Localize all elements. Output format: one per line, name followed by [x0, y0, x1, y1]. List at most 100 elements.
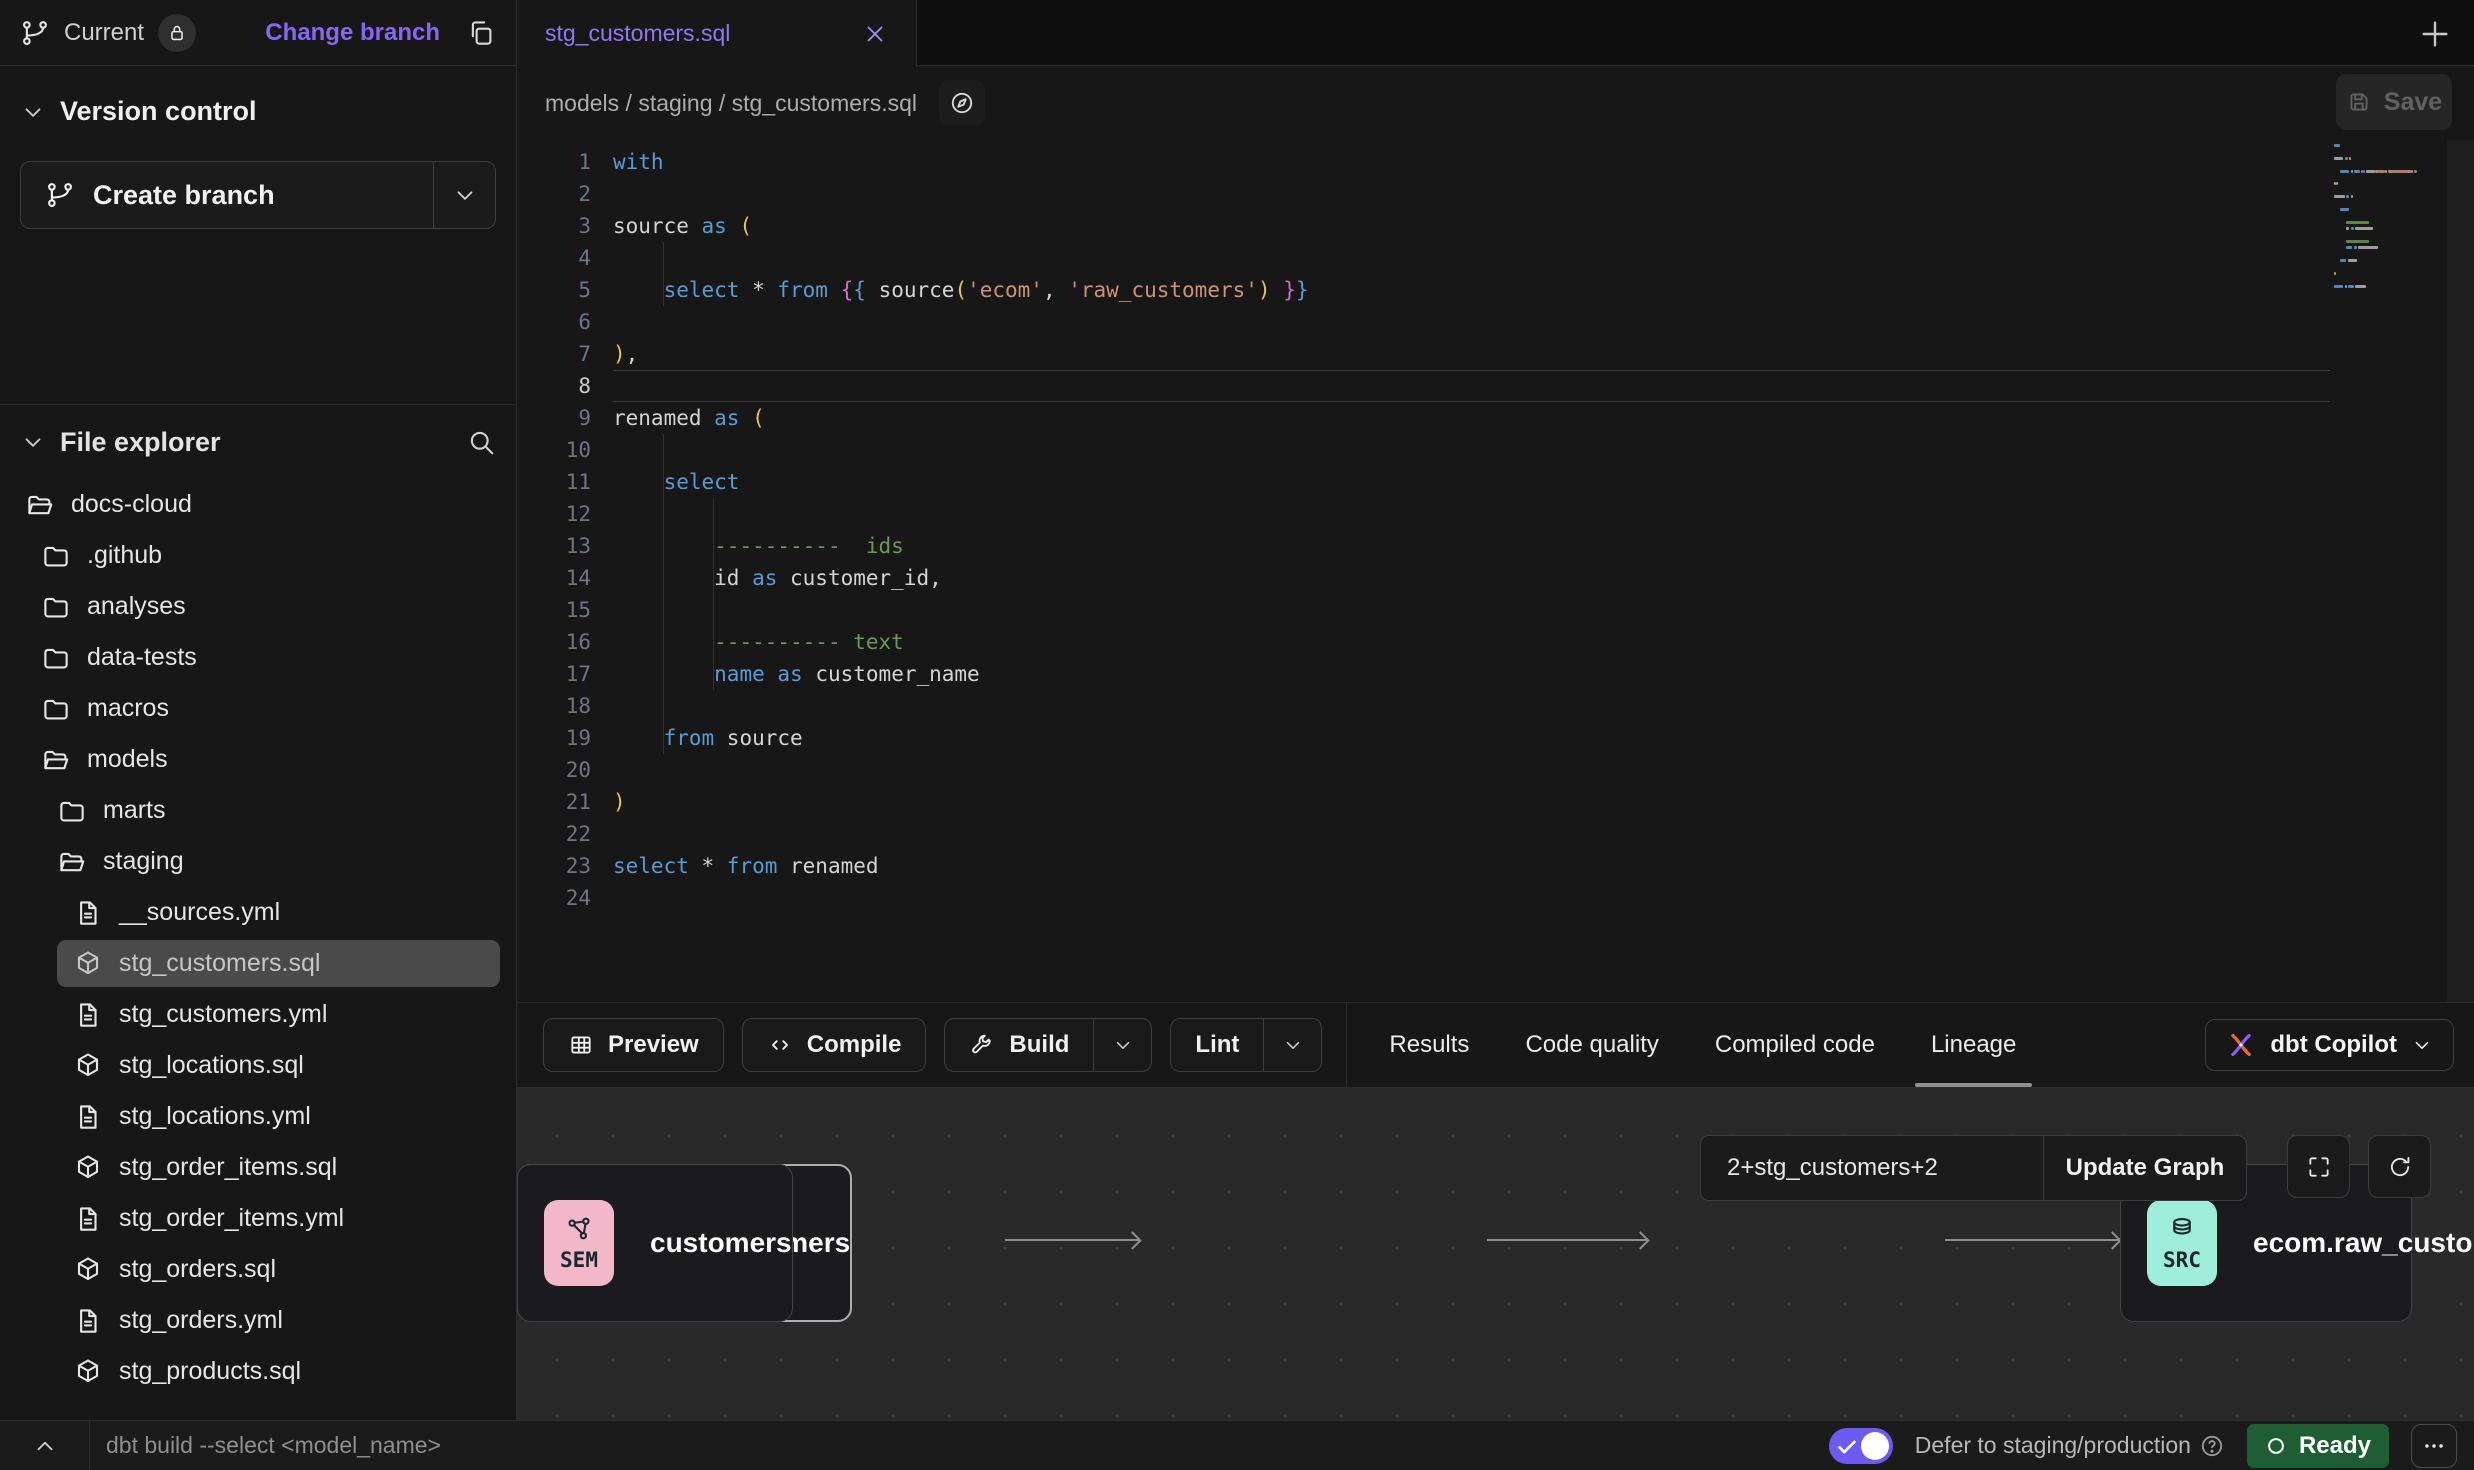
ide-status-badge[interactable]: Ready — [2247, 1424, 2389, 1468]
code-line[interactable]: 6 — [517, 306, 2474, 338]
code-line[interactable]: 10 — [517, 434, 2474, 466]
file-tree-item[interactable]: .github — [0, 530, 516, 581]
code-line[interactable]: 24 — [517, 882, 2474, 914]
git-branch-icon — [45, 180, 75, 210]
code-text — [613, 818, 2330, 850]
compile-button[interactable]: Compile — [743, 1019, 926, 1071]
tab-stg-customers-sql[interactable]: stg_customers.sql — [517, 0, 917, 67]
code-editor[interactable]: 1with23source as (45 select * from {{ so… — [517, 140, 2474, 1002]
file-tree-item[interactable]: stg_orders.yml — [0, 1295, 516, 1346]
file-tree-item[interactable]: stg_customers.sql — [0, 938, 516, 989]
tab-code-quality[interactable]: Code quality — [1525, 1003, 1658, 1087]
file-tree-item[interactable]: stg_order_items.sql — [0, 1142, 516, 1193]
dbt-command-input[interactable] — [106, 1432, 806, 1459]
build-dropdown-button[interactable] — [1093, 1019, 1151, 1071]
defer-toggle[interactable] — [1829, 1428, 1893, 1464]
create-branch-dropdown-button[interactable] — [433, 162, 495, 228]
code-line[interactable]: 2 — [517, 178, 2474, 210]
file-tree-item[interactable]: stg_orders.sql — [0, 1244, 516, 1295]
tab-results[interactable]: Results — [1389, 1003, 1469, 1087]
editor-scrollbar[interactable] — [2447, 140, 2474, 1002]
editor-tab-bar: stg_customers.sql — [517, 0, 2474, 66]
file-name: stg_orders.yml — [119, 1306, 283, 1335]
chevron-down-icon[interactable] — [20, 99, 46, 125]
lineage-selector-input[interactable] — [1701, 1136, 2043, 1200]
code-line[interactable]: 13 ---------- ids — [517, 530, 2474, 562]
code-line[interactable]: 19 from source — [517, 722, 2474, 754]
code-line[interactable]: 1with — [517, 146, 2474, 178]
search-icon[interactable] — [466, 427, 496, 457]
preview-button[interactable]: Preview — [544, 1019, 723, 1071]
git-branch-icon — [20, 18, 50, 48]
file-tree-item[interactable]: models — [0, 734, 516, 785]
file-tree-item[interactable]: marts — [0, 785, 516, 836]
code-line[interactable]: 9renamed as ( — [517, 402, 2474, 434]
code-line[interactable]: 16 ---------- text — [517, 626, 2474, 658]
command-bar-expand-button[interactable] — [0, 1421, 90, 1470]
update-graph-button[interactable]: Update Graph — [2043, 1136, 2246, 1200]
defer-label: Defer to staging/production — [1915, 1432, 2191, 1459]
code-line[interactable]: 5 select * from {{ source('ecom', 'raw_c… — [517, 274, 2474, 306]
file-tree-item[interactable]: stg_locations.yml — [0, 1091, 516, 1142]
lineage-node-customers[interactable]: SEMcustomers — [517, 1164, 793, 1322]
file-tree-item[interactable]: stg_order_items.yml — [0, 1193, 516, 1244]
new-tab-plus-icon[interactable] — [2418, 17, 2452, 51]
file-tree-item[interactable]: macros — [0, 683, 516, 734]
build-button[interactable]: Build — [945, 1019, 1093, 1071]
code-line[interactable]: 20 — [517, 754, 2474, 786]
tab-compiled-code[interactable]: Compiled code — [1715, 1003, 1875, 1087]
file-tree-item[interactable]: stg_locations.sql — [0, 1040, 516, 1091]
check-icon — [1836, 1436, 1858, 1458]
close-icon[interactable] — [862, 21, 888, 47]
tab-lineage[interactable]: Lineage — [1931, 1003, 2016, 1087]
file-name: stg_products.sql — [119, 1357, 301, 1386]
file-tree-item[interactable]: docs-cloud — [0, 479, 516, 530]
code-text: name as customer_name — [613, 658, 2330, 690]
code-line[interactable]: 12 — [517, 498, 2474, 530]
code-line[interactable]: 17 name as customer_name — [517, 658, 2474, 690]
code-line[interactable]: 8 — [517, 370, 2474, 402]
file-name: stg_customers.yml — [119, 1000, 327, 1029]
code-line[interactable]: 18 — [517, 690, 2474, 722]
file-tree-item[interactable]: __sources.yml — [0, 887, 516, 938]
dbt-copilot-icon — [2226, 1030, 2256, 1060]
code-line[interactable]: 21) — [517, 786, 2474, 818]
line-number: 10 — [517, 434, 613, 466]
chevron-down-icon[interactable] — [20, 429, 46, 455]
code-line[interactable]: 15 — [517, 594, 2474, 626]
chevron-down-icon — [452, 182, 478, 208]
copy-icon[interactable] — [466, 18, 496, 48]
line-number: 3 — [517, 210, 613, 242]
code-line[interactable]: 23select * from renamed — [517, 850, 2474, 882]
code-line[interactable]: 7), — [517, 338, 2474, 370]
explore-compass-button[interactable] — [939, 80, 985, 126]
refresh-button[interactable] — [2368, 1135, 2431, 1198]
file-tree-item[interactable]: stg_products.sql — [0, 1346, 516, 1397]
more-options-button[interactable] — [2411, 1424, 2457, 1468]
dbt-cloud-ide: Current Change branch Version control Cr… — [0, 0, 2474, 1470]
code-text: ), — [613, 338, 2330, 370]
file-tree-item[interactable]: staging — [0, 836, 516, 887]
line-number: 18 — [517, 690, 613, 722]
code-text — [613, 882, 2330, 914]
code-line[interactable]: 11 select — [517, 466, 2474, 498]
help-icon[interactable] — [2199, 1433, 2225, 1459]
file-tree-item[interactable]: analyses — [0, 581, 516, 632]
save-button[interactable]: Save — [2336, 74, 2452, 130]
code-text: from source — [613, 722, 2330, 754]
lint-dropdown-button[interactable] — [1263, 1019, 1321, 1071]
change-branch-link[interactable]: Change branch — [265, 19, 440, 47]
code-line[interactable]: 4 — [517, 242, 2474, 274]
code-line[interactable]: 22 — [517, 818, 2474, 850]
create-branch-button[interactable]: Create branch — [21, 162, 433, 228]
file-tree-item[interactable]: stg_customers.yml — [0, 989, 516, 1040]
code-text: ) — [613, 786, 2330, 818]
dbt-copilot-button[interactable]: dbt Copilot — [2205, 1019, 2454, 1071]
node-type-label: SEM — [560, 1248, 598, 1272]
minimap[interactable] — [2330, 144, 2448, 314]
file-tree-item[interactable]: data-tests — [0, 632, 516, 683]
code-line[interactable]: 3source as ( — [517, 210, 2474, 242]
fullscreen-button[interactable] — [2287, 1135, 2350, 1198]
lint-button[interactable]: Lint — [1171, 1019, 1263, 1071]
code-line[interactable]: 14 id as customer_id, — [517, 562, 2474, 594]
